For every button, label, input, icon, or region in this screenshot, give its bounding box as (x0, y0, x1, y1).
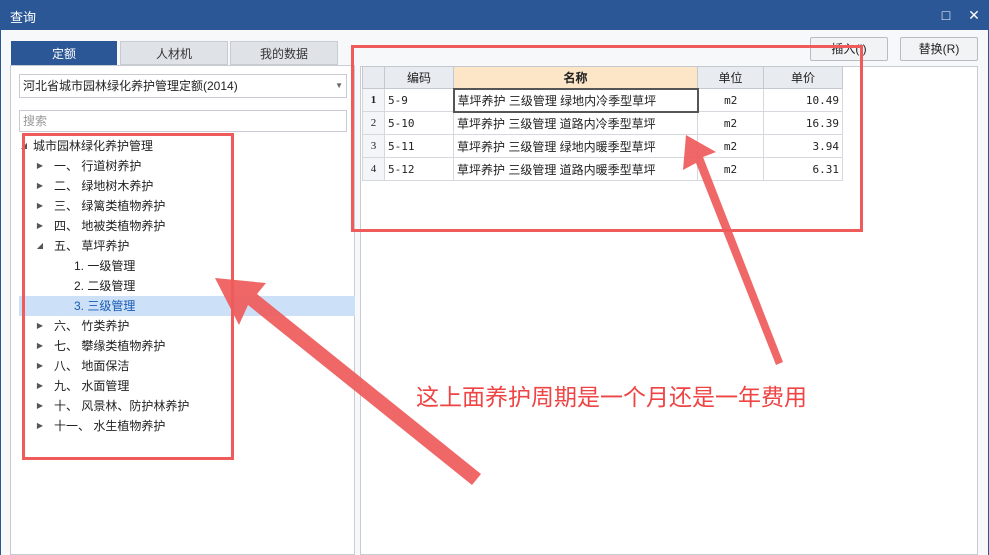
annotation-box-tree (22, 133, 234, 460)
title-bar: 查询 □ ✕ (0, 0, 989, 30)
annotation-question: 这上面养护周期是一个月还是一年费用 (416, 384, 807, 410)
chevron-down-icon[interactable]: ▼ (335, 75, 343, 97)
tab-quota[interactable]: 定额 (11, 41, 117, 65)
tab-labor-material[interactable]: 人材机 (120, 41, 228, 65)
replace-button[interactable]: 替换(R) (900, 37, 978, 61)
close-icon[interactable]: ✕ (964, 5, 984, 25)
quota-library-select[interactable]: 河北省城市园林绿化养护管理定额(2014) ▼ (19, 74, 347, 98)
search-input[interactable]: 搜索 (19, 110, 347, 132)
window-title: 查询 (10, 10, 37, 25)
quota-library-value: 河北省城市园林绿化养护管理定额(2014) (23, 79, 238, 93)
restore-icon[interactable]: □ (936, 5, 956, 25)
annotation-box-table (351, 45, 863, 232)
tab-my-data[interactable]: 我的数据 (230, 41, 338, 65)
